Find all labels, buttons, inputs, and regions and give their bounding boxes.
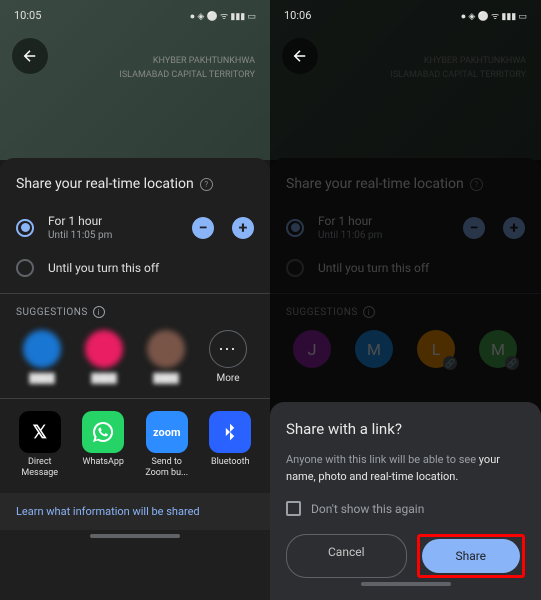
decrease-button[interactable]: − <box>192 217 214 239</box>
share-link-modal: Share with a link? Anyone with this link… <box>270 402 541 600</box>
avatar <box>85 330 123 368</box>
modal-body: Anyone with this link will be able to se… <box>286 452 525 485</box>
contact-name: ████ <box>29 373 55 384</box>
contact-name: ████ <box>91 373 117 384</box>
app-label: Bluetooth <box>211 457 250 468</box>
app-share-row: 𝕏 Direct Message WhatsApp zoom Send to Z… <box>0 411 270 479</box>
status-icons: ● ◈ ⚪ ᯤ ▮▮▮ ▭ <box>190 9 256 22</box>
cancel-button[interactable]: Cancel <box>286 534 407 578</box>
status-bar: 10:06 ● ◈ ⚪ ᯤ ▮▮▮ ▭ <box>270 0 541 30</box>
dont-show-checkbox-row[interactable]: Don't show this again <box>286 501 525 516</box>
more-label: More <box>216 373 239 384</box>
divider <box>0 293 270 294</box>
contact-suggestion[interactable]: ████ <box>16 330 68 384</box>
screen-right: KHYBER PAKHTUNKHWA ISLAMABAD CAPITAL TER… <box>270 0 541 600</box>
modal-title: Share with a link? <box>286 420 525 438</box>
share-sheet: Share your real-time location ? For 1 ho… <box>0 158 270 600</box>
whatsapp-icon <box>82 411 124 453</box>
increase-button[interactable]: + <box>232 217 254 239</box>
zoom-icon: zoom <box>146 411 188 453</box>
suggestions-header: SUGGESTIONS i <box>0 306 270 318</box>
radio-selected-icon <box>16 219 34 237</box>
x-icon: 𝕏 <box>19 411 61 453</box>
share-app-direct-message[interactable]: 𝕏 Direct Message <box>12 411 68 479</box>
duration-option-indefinite[interactable]: Until you turn this off <box>0 255 270 281</box>
more-suggestions[interactable]: ⋯ More <box>202 330 254 384</box>
option-text: For 1 hour Until 11:05 pm <box>48 214 174 241</box>
checkbox-label: Don't show this again <box>311 502 424 516</box>
nav-handle[interactable] <box>90 534 180 538</box>
avatar <box>23 330 61 368</box>
clock: 10:06 <box>284 9 311 22</box>
option-text: Until you turn this off <box>48 261 254 275</box>
suggestions-row: ████ ████ ████ ⋯ More <box>0 330 270 384</box>
share-button[interactable]: Share <box>422 539 521 573</box>
sheet-title: Share your real-time location ? <box>0 176 270 192</box>
duration-option-1hour[interactable]: For 1 hour Until 11:05 pm − + <box>0 210 270 245</box>
help-icon[interactable]: ? <box>200 178 213 191</box>
back-button[interactable] <box>282 38 318 74</box>
radio-unselected-icon <box>16 259 34 277</box>
more-icon: ⋯ <box>209 330 247 368</box>
app-label: Send to Zoom bu... <box>139 457 195 479</box>
clock: 10:05 <box>14 9 41 22</box>
divider <box>0 398 270 399</box>
contact-suggestion[interactable]: ████ <box>78 330 130 384</box>
checkbox-icon <box>286 501 301 516</box>
info-icon[interactable]: i <box>93 306 105 318</box>
screen-left: KHYBER PAKHTUNKHWA ISLAMABAD CAPITAL TER… <box>0 0 270 600</box>
nav-handle[interactable] <box>361 582 451 586</box>
share-app-bluetooth[interactable]: Bluetooth <box>203 411 259 479</box>
status-bar: 10:05 ● ◈ ⚪ ᯤ ▮▮▮ ▭ <box>0 0 270 30</box>
learn-info-link[interactable]: Learn what information will be shared <box>0 493 270 530</box>
contact-suggestion[interactable]: ████ <box>140 330 192 384</box>
map-region-labels: KHYBER PAKHTUNKHWA ISLAMABAD CAPITAL TER… <box>119 55 255 82</box>
app-label: Direct Message <box>12 457 68 479</box>
avatar <box>147 330 185 368</box>
bluetooth-icon <box>209 411 251 453</box>
back-button[interactable] <box>12 38 48 74</box>
app-label: WhatsApp <box>83 457 124 468</box>
modal-actions: Cancel Share <box>286 534 525 578</box>
share-app-zoom[interactable]: zoom Send to Zoom bu... <box>139 411 195 479</box>
share-app-whatsapp[interactable]: WhatsApp <box>76 411 132 479</box>
status-icons: ● ◈ ⚪ ᯤ ▮▮▮ ▭ <box>461 9 527 22</box>
contact-name: ████ <box>153 373 179 384</box>
highlight-annotation: Share <box>417 534 526 578</box>
